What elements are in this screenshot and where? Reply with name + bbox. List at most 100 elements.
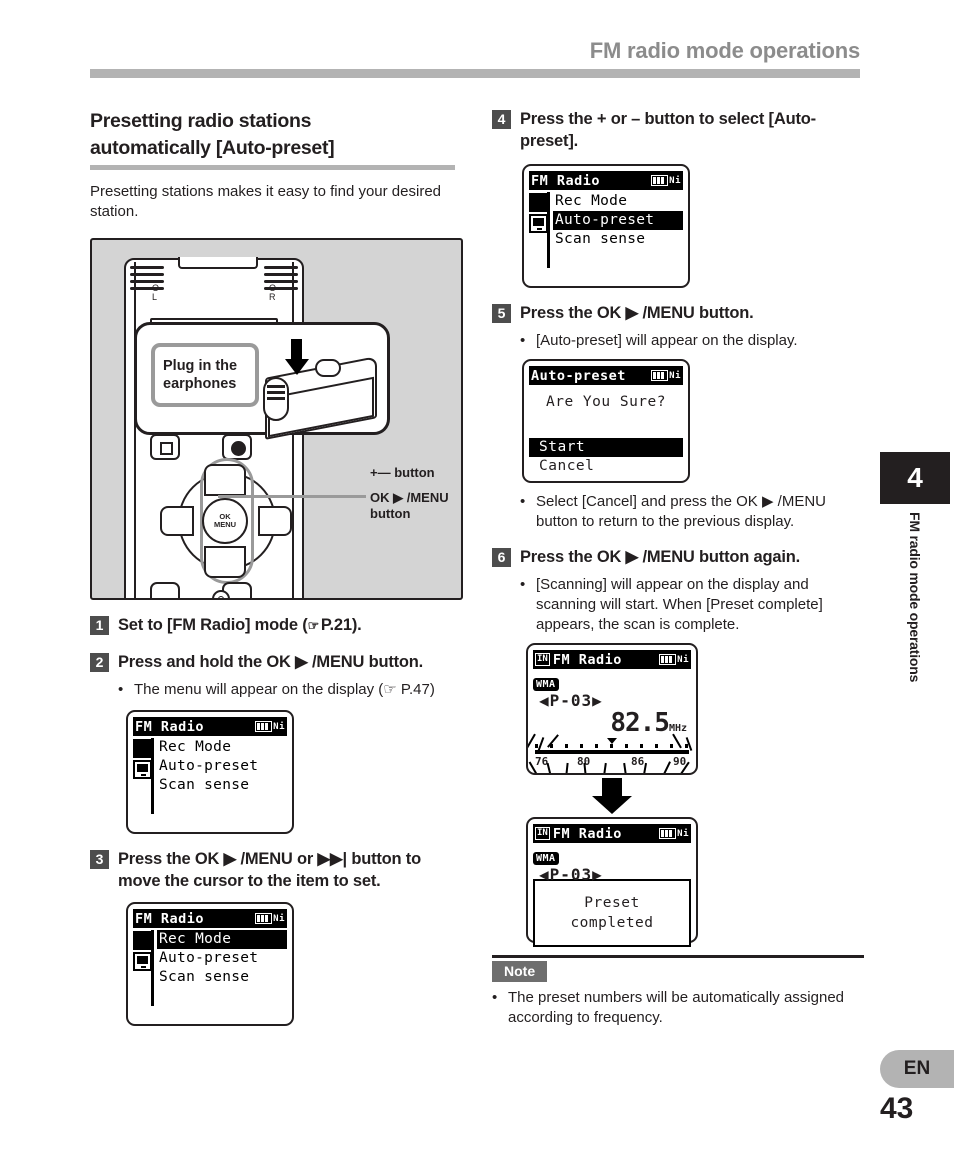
chapter-title-text: FM radio mode operations (907, 512, 923, 683)
page-title: FM radio mode operations (589, 38, 860, 63)
step-4-number: 4 (492, 110, 511, 129)
step-3-text: Press the OK ▶ /MENU or ▶▶| button to mo… (118, 850, 421, 890)
battery-icon: Ni (255, 913, 285, 924)
lcd-row-scan-sense: Scan sense (159, 969, 250, 985)
lcd-auto-preset-confirm: Auto-preset Ni Are You Sure? Start Cance… (522, 359, 690, 483)
lcd-title-bar: IN FM Radio Ni (533, 824, 691, 843)
lcd-row-auto-preset: Auto-preset (553, 211, 683, 230)
preset-number: ◀P-03▶ (539, 691, 603, 710)
step-6-text: Press the OK ▶ /MENU button again. (520, 548, 801, 566)
lcd-title-text: FM Radio (552, 651, 622, 668)
lcd-confirm-question: Are You Sure? (546, 394, 666, 410)
step-1: 1 Set to [FM Radio] mode (☞ P.21). (90, 614, 465, 637)
step-1-number: 1 (90, 616, 109, 635)
lcd-row-auto-preset: Auto-preset (159, 758, 259, 774)
step-4-text: Press the + or – button to select [Auto-… (520, 110, 816, 150)
mic-label-left: O L (152, 283, 160, 302)
lcd-option-start: Start (529, 438, 683, 457)
battery-type-label: Ni (677, 654, 689, 665)
lcd-title-bar: FM Radio Ni (529, 171, 683, 190)
step-5-bullet-1-text: [Auto-preset] will appear on the display… (536, 332, 798, 349)
lcd-menu-tree-line (151, 738, 154, 814)
rec-mode-icon (133, 931, 152, 950)
step-5-number: 5 (492, 304, 511, 323)
lcd-row-scan-sense: Scan sense (159, 777, 250, 793)
lcd-scanning-display: IN FM Radio Ni WMA ◀P-03▶ 82.5MHz 76 80 … (526, 643, 698, 775)
step-6: 6 Press the OK ▶ /MENU button again. (492, 546, 864, 568)
lcd-message-line-2: completed (570, 915, 654, 931)
internal-memory-icon: IN (535, 827, 550, 840)
section-title-line-2: automatically [Auto-preset] (90, 137, 335, 159)
lcd-message-box: Preset completed (533, 879, 691, 947)
lcd-title-text: FM Radio (531, 172, 601, 189)
figure-labels: +— button OK ▶ /MENU button (370, 465, 461, 522)
lcd-title-text: Auto-preset (531, 367, 626, 384)
lcd-menu-body: Rec Mode Auto-preset Scan sense (133, 928, 287, 1006)
record-button-icon (222, 434, 252, 460)
rewind-key (160, 506, 194, 536)
page-header: FM radio mode operations (0, 0, 954, 90)
erase-button-icon (150, 582, 180, 598)
lcd-menu-rows: Rec Mode Auto-preset Scan sense (157, 738, 287, 795)
preset-number: ◀P-03▶ (539, 865, 603, 884)
note-bullet: • The preset numbers will be automatical… (492, 988, 864, 1028)
lcd-message-line-1: Preset (584, 895, 640, 911)
lcd-menu-tree-line (151, 930, 154, 1006)
step-2-text: Press and hold the OK ▶ /MENU button. (118, 653, 424, 671)
internal-memory-icon: IN (535, 653, 550, 666)
battery-icon: Ni (255, 721, 285, 732)
note-bullet-text: The preset numbers will be automatically… (508, 989, 844, 1026)
callout-text: Plug in the earphones (163, 358, 238, 392)
lcd-title-bar: Auto-preset Ni (529, 366, 683, 385)
lcd-title-bar: FM Radio Ni (133, 909, 287, 928)
callout-leader-line (218, 495, 366, 498)
note-label: Note (492, 961, 548, 982)
section-intro-text: Presetting stations makes it easy to fin… (90, 183, 442, 220)
header-divider (90, 69, 860, 78)
chapter-title-vertical: FM radio mode operations (880, 512, 950, 742)
battery-type-label: Ni (669, 370, 681, 381)
step-4: 4 Press the + or – button to select [Aut… (492, 108, 864, 152)
minus-key (204, 546, 246, 578)
recorder-top-notch (178, 257, 258, 269)
lcd-option-cancel: Cancel (539, 458, 595, 474)
lcd-menu-fm-radio-step4: FM Radio Ni Rec Mode Auto-preset Scan se… (522, 164, 690, 288)
bullet-dot: • (520, 332, 526, 349)
bullet-dot: • (492, 989, 498, 1006)
step-5-bullet-2-text: Select [Cancel] and press the OK ▶ /MENU… (536, 493, 826, 530)
recorder-top-knob (315, 359, 341, 377)
lcd-title-bar: IN FM Radio Ni (533, 650, 691, 669)
lcd-menu-rows: Rec Mode Auto-preset Scan sense (157, 930, 287, 987)
section-title-underline (90, 165, 455, 170)
display-icon (133, 760, 152, 779)
chapter-number-tab: 4 (880, 452, 950, 504)
label-plus-minus-button: +— button (370, 465, 435, 480)
step-2-bullet: • The menu will appear on the display (☞… (90, 680, 465, 700)
lcd-menu-icons (133, 739, 153, 781)
bullet-dot: • (520, 493, 526, 510)
step-5-bullet-2: • Select [Cancel] and press the OK ▶ /ME… (492, 492, 864, 532)
step-6-bullet-text: [Scanning] will appear on the display an… (536, 576, 823, 633)
step-5-bullet-1: • [Auto-preset] will appear on the displ… (492, 331, 864, 351)
step-2-bullet-text: The menu will appear on the display (☞ P… (134, 681, 435, 698)
note-divider (492, 955, 864, 958)
lcd-title-text: FM Radio (135, 718, 205, 735)
step-6-number: 6 (492, 548, 511, 567)
lcd-title-text: FM Radio (135, 910, 205, 927)
wma-format-badge: WMA (533, 678, 559, 691)
step-5: 5 Press the OK ▶ /MENU button. (492, 302, 864, 324)
step-1-text: Set to [FM Radio] mode (☞ P.21). (118, 616, 362, 634)
lcd-menu-fm-radio-step3: FM Radio Ni Rec Mode Auto-preset Scan se… (126, 902, 294, 1026)
step-2: 2 Press and hold the OK ▶ /MENU button. (90, 651, 465, 673)
forward-key (258, 506, 292, 536)
lcd-menu-icons (133, 931, 153, 973)
note-section: Note • The preset numbers will be automa… (492, 955, 864, 1028)
battery-type-label: Ni (669, 175, 681, 186)
flash-lines-icon (528, 731, 696, 773)
bullet-dot: • (520, 576, 526, 593)
display-icon (529, 214, 548, 233)
battery-icon: Ni (651, 175, 681, 186)
page-number: 43 (880, 1092, 914, 1125)
lcd-format-row: WMA (533, 672, 691, 691)
step-3-number: 3 (90, 850, 109, 869)
